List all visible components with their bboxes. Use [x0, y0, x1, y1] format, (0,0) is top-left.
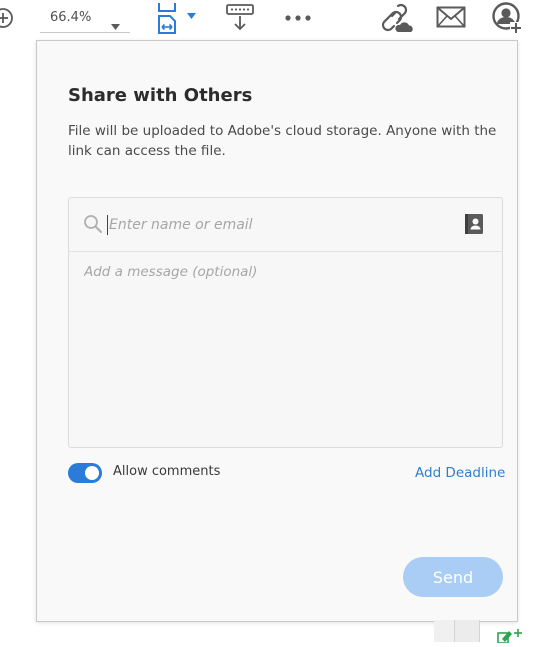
compose-box	[68, 197, 503, 448]
email-icon[interactable]	[436, 6, 466, 28]
scroll-mode-icon[interactable]	[225, 3, 255, 33]
share-with-others-icon[interactable]	[492, 2, 524, 34]
scroll-track[interactable]	[434, 620, 455, 642]
zoom-dropdown[interactable]: 66.4%	[40, 6, 130, 33]
search-icon	[83, 214, 103, 238]
add-deadline-link[interactable]: Add Deadline	[415, 465, 505, 481]
allow-comments-label: Allow comments	[113, 464, 221, 479]
chevron-down-icon	[111, 15, 120, 34]
fit-page-icon[interactable]	[156, 2, 184, 34]
recipient-input[interactable]	[109, 212, 449, 238]
text-caret	[107, 215, 108, 235]
zoom-value: 66.4%	[50, 10, 92, 25]
edit-pdf-icon[interactable]	[496, 628, 524, 647]
bottom-tool-strip	[434, 620, 540, 644]
document-area-left	[0, 38, 36, 642]
zoom-in-icon[interactable]	[0, 7, 14, 29]
recipient-row	[69, 198, 502, 252]
top-toolbar: 66.4%	[0, 0, 540, 38]
scroll-track-segment[interactable]	[455, 620, 480, 642]
panel-description: File will be uploaded to Adobe's cloud s…	[68, 123, 497, 159]
message-input[interactable]	[84, 264, 484, 434]
address-book-icon[interactable]	[464, 213, 484, 239]
toggle-knob	[85, 466, 99, 480]
share-with-others-panel: Share with Others File will be uploaded …	[36, 40, 518, 622]
send-button[interactable]: Send	[403, 557, 503, 597]
fit-page-menu-chevron-icon[interactable]	[186, 12, 196, 20]
share-link-icon[interactable]	[378, 2, 414, 34]
document-area-right	[518, 38, 540, 642]
more-icon[interactable]	[284, 8, 312, 28]
allow-comments-toggle[interactable]	[68, 463, 102, 483]
panel-title: Share with Others	[68, 85, 253, 106]
